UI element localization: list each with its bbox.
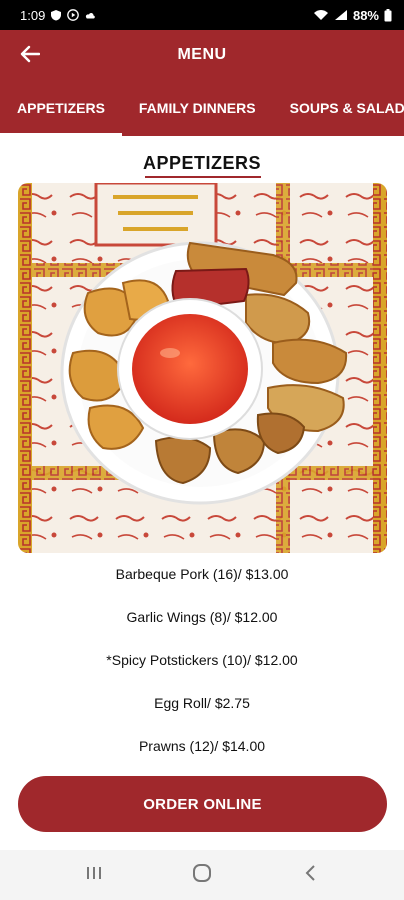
menu-item-garlic-wings: Garlic Wings (8)/ $12.00 (126, 609, 278, 625)
status-right: 88% (313, 8, 392, 23)
system-nav-bar (0, 850, 404, 900)
tab-family-dinners[interactable]: FAMILY DINNERS (122, 94, 273, 136)
menu-item-barbeque-pork: Barbeque Pork (16)/ $13.00 (115, 566, 289, 582)
back-icon (304, 864, 316, 887)
recent-apps-icon (85, 865, 103, 886)
system-back-button[interactable] (290, 855, 330, 895)
menu-item-prawns: Prawns (12)/ $14.00 (138, 738, 266, 754)
menu-item-egg-roll: Egg Roll/ $2.75 (154, 695, 250, 711)
menu-item-spicy-potstickers: *Spicy Potstickers (10)/ $12.00 (106, 652, 298, 668)
section-title: APPETIZERS (142, 153, 262, 173)
home-icon (192, 863, 212, 888)
page-title: MENU (177, 46, 227, 63)
tab-soups-salads[interactable]: SOUPS & SALADS (273, 94, 404, 136)
home-button[interactable] (182, 855, 222, 895)
play-icon (67, 9, 80, 21)
section-underline (145, 176, 261, 178)
tab-appetizers[interactable]: APPETIZERS (0, 94, 122, 136)
status-left: 1:09 (20, 8, 96, 23)
status-bar: 1:09 88% (0, 0, 404, 30)
app-bar: MENU APPETIZERS FAMILY DINNERS SOUPS & S… (0, 30, 404, 136)
battery-percent: 88% (352, 7, 379, 23)
order-online-button[interactable]: ORDER ONLINE (18, 776, 387, 832)
tab-bar: APPETIZERS FAMILY DINNERS SOUPS & SALADS (0, 94, 404, 136)
battery-icon (384, 9, 392, 22)
cloud-icon (84, 9, 96, 21)
wifi-icon (313, 9, 329, 21)
appetizer-photo (18, 183, 387, 553)
signal-icon (334, 9, 348, 21)
status-time: 1:09 (20, 7, 46, 23)
recent-apps-button[interactable] (74, 855, 114, 895)
shield-icon (50, 9, 62, 21)
